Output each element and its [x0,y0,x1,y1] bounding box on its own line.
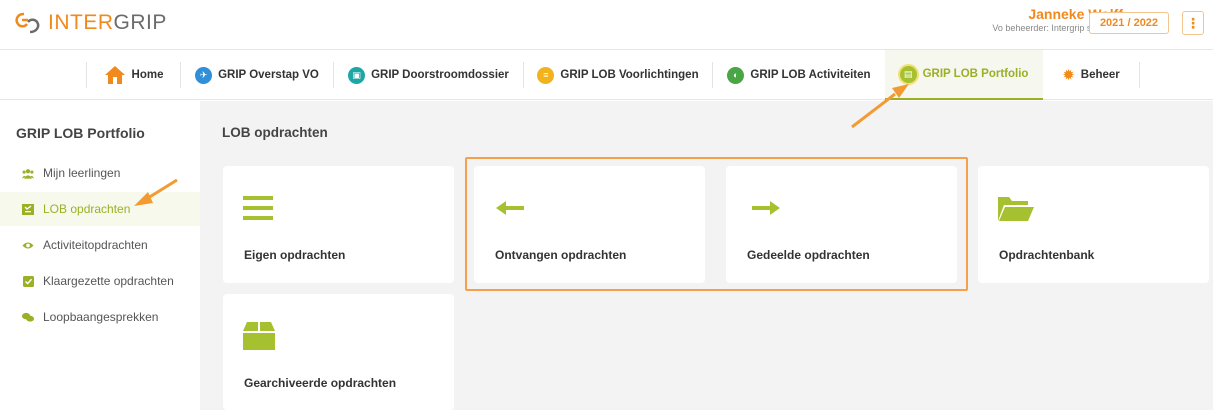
activiteiten-icon: ◐ [727,66,745,84]
chat-icon [22,311,34,323]
top-bar: INTERGRIP Janneke Wolff Vo beheerder: In… [0,0,1213,48]
gear-icon: ✹ [1062,67,1075,84]
page-title: LOB opdrachten [222,125,328,140]
sidebar-item-label: LOB opdrachten [43,202,131,216]
sidebar-item-label: Klaargezette opdrachten [43,274,174,288]
tasks-icon [22,203,34,215]
sidebar-item-label: Activiteitopdrachten [43,238,148,252]
card-label: Eigen opdrachten [244,248,346,262]
nav-overstap-vo[interactable]: ✈ GRIP Overstap VO [181,50,333,100]
logo-text: INTERGRIP [48,11,167,35]
sidebar-item-label: Mijn leerlingen [43,166,121,180]
overstap-icon: ✈ [195,66,213,84]
sidebar-item-label: Loopbaangesprekken [43,310,159,324]
folder-open-icon [998,197,1034,221]
voorlichtingen-icon: ≡ [537,66,555,84]
nav-lob-voorlichtingen[interactable]: ≡ GRIP LOB Voorlichtingen [524,50,712,100]
sidebar: GRIP LOB Portfolio Mijn leerlingen LOB o… [0,101,200,410]
nav-doorstroom-label: GRIP Doorstroomdossier [371,69,509,81]
checkbox-icon [22,275,34,287]
nav-lob-portfolio[interactable]: ▤ GRIP LOB Portfolio [885,50,1043,100]
card-opdrachtenbank[interactable]: Opdrachtenbank [978,166,1209,283]
main-nav: Home ✈ GRIP Overstap VO ▣ GRIP Doorstroo… [0,49,1213,100]
nav-home-label: Home [131,69,164,81]
logo-mark-icon [15,12,40,34]
logo-prefix: INTER [48,11,114,34]
nav-beheer-label: Beheer [1080,69,1120,81]
intergrip-logo[interactable]: INTERGRIP [12,10,167,36]
card-label: Gearchiveerde opdrachten [244,376,397,390]
nav-doorstroomdossier[interactable]: ▣ GRIP Doorstroomdossier [334,50,523,100]
nav-divider [1139,62,1140,88]
doorstroom-icon: ▣ [348,66,366,84]
list-icon [243,196,273,220]
sidebar-item-activiteitopdrachten[interactable]: Activiteitopdrachten [0,228,200,262]
portfolio-icon: ▤ [899,65,917,83]
nav-overstap-label: GRIP Overstap VO [218,69,319,81]
nav-activiteiten-label: GRIP LOB Activiteiten [750,69,871,81]
sidebar-item-loopbaangesprekken[interactable]: Loopbaangesprekken [0,300,200,334]
nav-beheer[interactable]: ✹ Beheer [1043,50,1139,100]
sidebar-item-mijn-leerlingen[interactable]: Mijn leerlingen [0,156,200,190]
school-year-selector[interactable]: 2021 / 2022 [1089,12,1169,34]
annotation-highlight-box [465,157,968,291]
users-icon [22,167,34,179]
card-gearchiveerde-opdrachten[interactable]: Gearchiveerde opdrachten [223,294,454,410]
nav-lob-activiteiten[interactable]: ◐ GRIP LOB Activiteiten [713,50,885,100]
eye-icon [22,239,34,251]
home-icon [104,66,125,84]
card-label: Opdrachtenbank [999,248,1095,262]
sidebar-title: GRIP LOB Portfolio [16,125,145,141]
logo-suffix: GRIP [113,11,167,34]
sidebar-item-klaargezette-opdrachten[interactable]: Klaargezette opdrachten [0,264,200,298]
archive-box-icon [243,322,275,350]
card-eigen-opdrachten[interactable]: Eigen opdrachten [223,166,454,283]
sidebar-item-lob-opdrachten[interactable]: LOB opdrachten [0,192,200,226]
nav-home[interactable]: Home [87,50,180,100]
nav-portfolio-label: GRIP LOB Portfolio [922,68,1029,80]
nav-voorlichtingen-label: GRIP LOB Voorlichtingen [560,69,699,81]
more-menu-button[interactable]: ⋮ [1182,11,1204,35]
